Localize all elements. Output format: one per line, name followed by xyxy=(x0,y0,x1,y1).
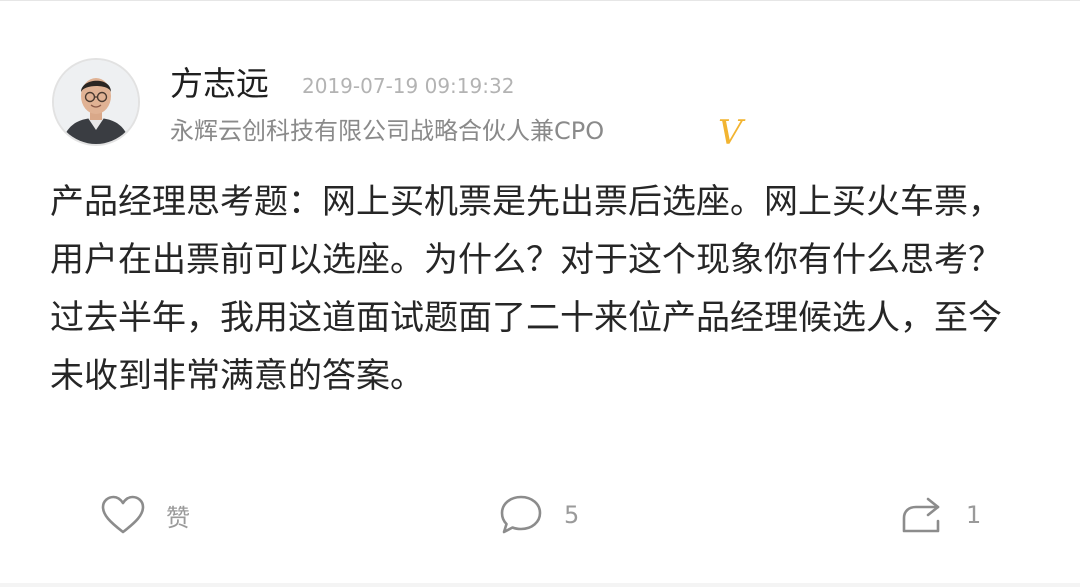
heart-icon xyxy=(101,495,145,534)
share-button[interactable]: 1 xyxy=(898,490,981,540)
author-avatar[interactable] xyxy=(52,58,140,146)
author-title: 永辉云创科技有限公司战略合伙人兼CPO xyxy=(170,117,605,145)
post-timestamp: 2019-07-19 09:19:32 xyxy=(302,74,515,98)
share-arrow-icon xyxy=(902,497,940,533)
person-portrait-icon xyxy=(54,60,138,144)
like-label: 赞 xyxy=(166,503,190,532)
bottom-divider xyxy=(0,583,1080,587)
comment-count: 5 xyxy=(564,501,580,529)
comment-button[interactable]: 5 xyxy=(498,490,579,540)
author-name[interactable]: 方志远 xyxy=(170,62,269,106)
like-button[interactable]: 赞 xyxy=(100,490,190,540)
post-paragraph: 产品经理思考题：网上买机票是先出票后选座。网上买火车票，用户在出票前可以选座。为… xyxy=(50,182,1002,280)
post-content: 产品经理思考题：网上买机票是先出票后选座。网上买火车票，用户在出票前可以选座。为… xyxy=(50,173,1030,405)
verified-badge-icon: V xyxy=(718,113,746,152)
post-paragraph: 过去半年，我用这道面试题面了二十来位产品经理候选人，至今未收到非常满意的答案。 xyxy=(50,298,1002,396)
post-card: 方志远 2019-07-19 09:19:32 永辉云创科技有限公司战略合伙人兼… xyxy=(0,0,1080,587)
svg-text:V: V xyxy=(718,113,746,152)
comment-bubble-icon xyxy=(500,495,542,534)
share-count: 1 xyxy=(966,501,982,529)
